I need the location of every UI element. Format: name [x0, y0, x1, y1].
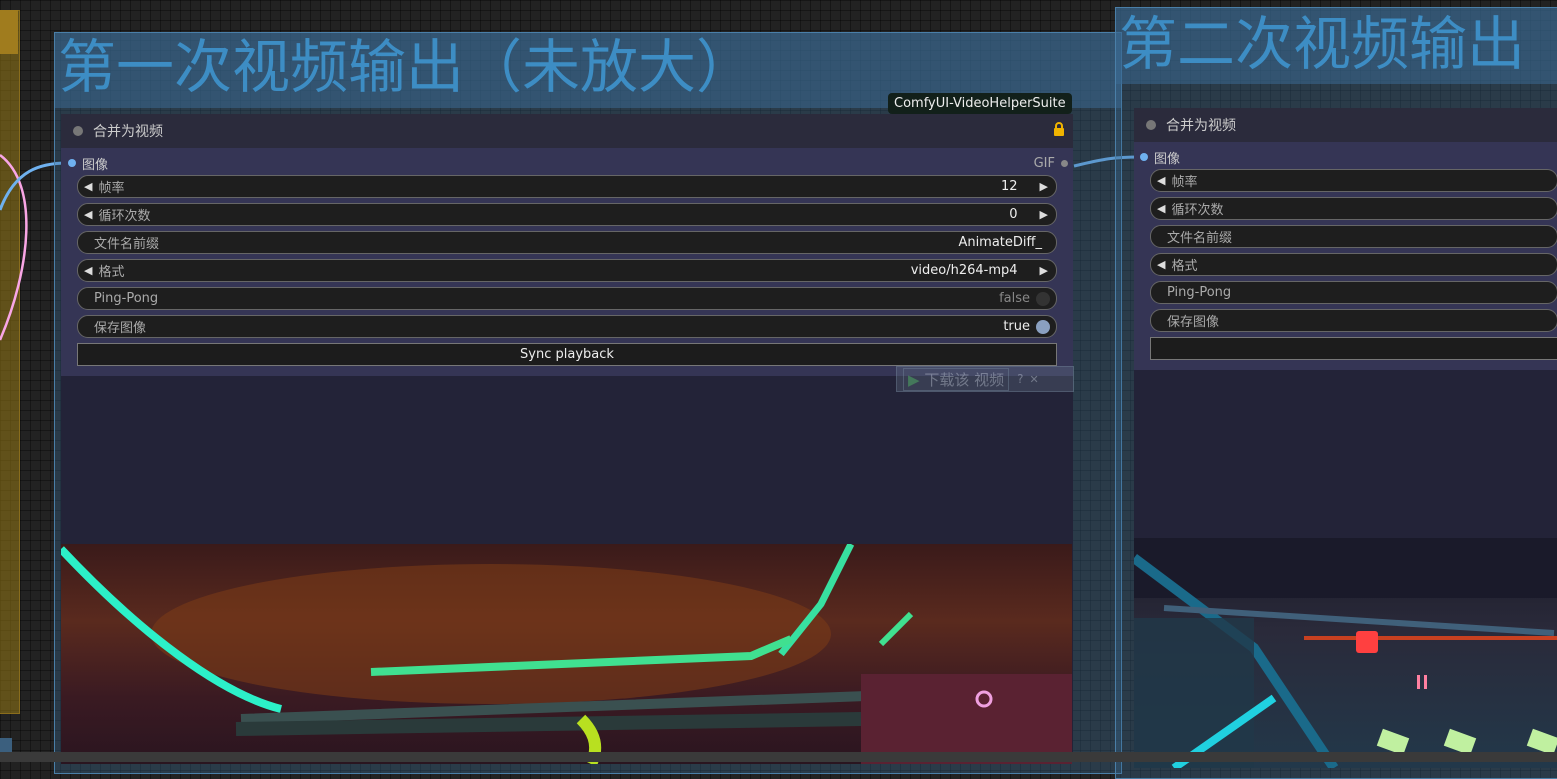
- widget-label: Ping-Pong: [1167, 285, 1232, 300]
- decrement-arrow-icon[interactable]: ◀: [1157, 202, 1165, 215]
- widget-label: 保存图像: [94, 321, 147, 336]
- widget-label: 循环次数: [98, 209, 151, 224]
- preview-empty-area: [61, 376, 1073, 544]
- widget-label: 文件名前缀: [94, 237, 160, 252]
- video-preview[interactable]: [1134, 538, 1557, 768]
- widget-format[interactable]: ◀ 格式: [1150, 253, 1557, 276]
- extension-badge: ComfyUI-VideoHelperSuite: [888, 93, 1072, 114]
- widget-value: video/h264-mp4: [910, 263, 1018, 278]
- collapse-dot-icon[interactable]: [1146, 120, 1156, 130]
- increment-arrow-icon[interactable]: ▶: [1040, 180, 1048, 193]
- widget-value: 12: [1000, 179, 1018, 194]
- io-row: 图像: [1134, 145, 1557, 169]
- video-frame-art: [1134, 538, 1557, 768]
- output-label: GIF: [1033, 155, 1055, 171]
- widget-label: 帧率: [1171, 175, 1198, 190]
- increment-arrow-icon[interactable]: ▶: [1040, 208, 1048, 221]
- widget-value: false: [999, 291, 1030, 306]
- node-titlebar[interactable]: 合并为视频: [61, 114, 1073, 148]
- widget-loop-count[interactable]: ◀ 循环次数: [1150, 197, 1557, 220]
- close-icon[interactable]: ✕: [1029, 373, 1038, 386]
- link-pink: [0, 154, 28, 341]
- video-combine-node-1[interactable]: 合并为视频 图像 GIF ◀ 帧率 12 ▶ ◀ 循环次数 0 ▶ 文件名前缀 …: [61, 114, 1073, 764]
- node-body: 图像 GIF ◀ 帧率 12 ▶ ◀ 循环次数 0 ▶ 文件名前缀 Animat…: [61, 148, 1073, 376]
- bottom-bar: [0, 752, 1557, 762]
- widget-label: 文件名前缀: [1167, 231, 1233, 246]
- input-slot-images[interactable]: [68, 159, 76, 167]
- download-video-overlay[interactable]: ▶ 下载该 视频 ? ✕: [896, 366, 1074, 392]
- download-button[interactable]: ▶ 下载该 视频: [903, 367, 1010, 391]
- sync-playback-button[interactable]: [1150, 337, 1557, 360]
- widget-value: 0: [1009, 207, 1018, 222]
- widget-label: 循环次数: [1171, 203, 1224, 218]
- widget-value: true: [1003, 319, 1030, 334]
- widget-value: AnimateDiff_: [958, 235, 1042, 250]
- widget-loop-count[interactable]: ◀ 循环次数 0 ▶: [77, 203, 1057, 226]
- widget-format[interactable]: ◀ 格式 video/h264-mp4 ▶: [77, 259, 1057, 282]
- io-row: 图像 GIF: [61, 151, 1073, 175]
- node-title: 合并为视频: [93, 124, 163, 140]
- input-label: 图像: [1154, 151, 1181, 167]
- output-slot-gif[interactable]: [1061, 159, 1068, 167]
- decrement-arrow-icon[interactable]: ◀: [84, 180, 92, 193]
- increment-arrow-icon[interactable]: ▶: [1040, 264, 1048, 277]
- widget-label: Ping-Pong: [94, 291, 159, 306]
- widget-save-output[interactable]: 保存图像: [1150, 309, 1557, 332]
- widget-label: 格式: [1171, 259, 1198, 274]
- collapse-dot-icon[interactable]: [73, 126, 83, 136]
- decrement-arrow-icon[interactable]: ◀: [1157, 258, 1165, 271]
- lock-icon[interactable]: [1053, 121, 1065, 141]
- node-titlebar[interactable]: 合并为视频: [1134, 108, 1557, 142]
- widget-label: 格式: [98, 265, 125, 280]
- widget-label: 帧率: [98, 181, 125, 196]
- decrement-arrow-icon[interactable]: ◀: [84, 208, 92, 221]
- video-preview[interactable]: [61, 544, 1072, 764]
- group-1-title: 第一次视频输出（未放大）: [58, 33, 755, 101]
- toggle-off-icon[interactable]: [1036, 291, 1050, 306]
- widget-ping-pong[interactable]: Ping-Pong false: [77, 287, 1057, 310]
- sync-playback-button[interactable]: Sync playback: [77, 343, 1057, 366]
- decrement-arrow-icon[interactable]: ◀: [84, 264, 92, 277]
- preview-empty-area: [1134, 370, 1557, 538]
- play-icon: ▶: [908, 370, 920, 389]
- widget-save-output[interactable]: 保存图像 true: [77, 315, 1057, 338]
- input-label: 图像: [82, 157, 109, 173]
- decrement-arrow-icon[interactable]: ◀: [1157, 174, 1165, 187]
- widget-filename-prefix[interactable]: 文件名前缀: [1150, 225, 1557, 248]
- group-2-title: 第二次视频输出（: [1119, 10, 1557, 78]
- video-combine-node-2[interactable]: 合并为视频 图像 ◀ 帧率 ◀ 循环次数 文件名前缀 ◀ 格式 Ping-Pon…: [1134, 108, 1557, 768]
- widget-label: 保存图像: [1167, 315, 1220, 330]
- node-title: 合并为视频: [1166, 118, 1236, 134]
- download-label: 下载该 视频: [924, 370, 1005, 389]
- widget-frame-rate[interactable]: ◀ 帧率 12 ▶: [77, 175, 1057, 198]
- widget-ping-pong[interactable]: Ping-Pong: [1150, 281, 1557, 304]
- video-frame-art: [61, 544, 1072, 764]
- widget-filename-prefix[interactable]: 文件名前缀 AnimateDiff_: [77, 231, 1057, 254]
- input-slot-images[interactable]: [1140, 153, 1148, 161]
- widget-frame-rate[interactable]: ◀ 帧率: [1150, 169, 1557, 192]
- node-body: 图像 ◀ 帧率 ◀ 循环次数 文件名前缀 ◀ 格式 Ping-Pong 保存图像: [1134, 142, 1557, 370]
- toggle-on-icon[interactable]: [1036, 319, 1050, 334]
- help-icon[interactable]: ?: [1017, 372, 1023, 386]
